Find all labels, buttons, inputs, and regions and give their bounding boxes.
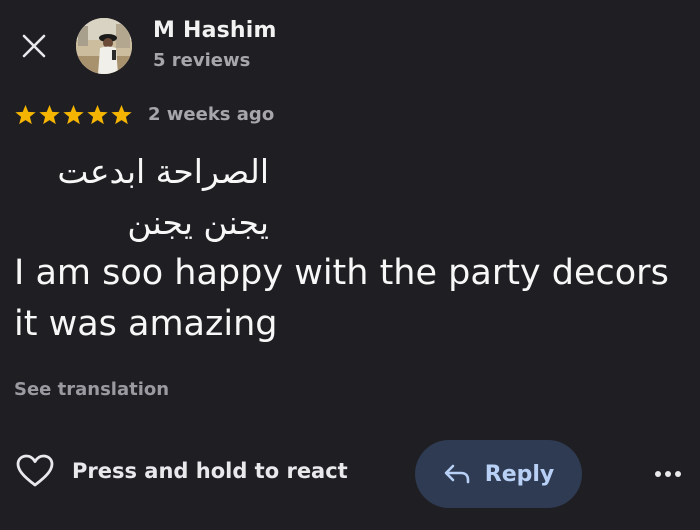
reviewer-name[interactable]: M Hashim xyxy=(153,18,277,43)
star-rating xyxy=(14,104,133,126)
review-detail-screen: M Hashim 5 reviews 2 weeks ago الصراحة ا… xyxy=(0,0,700,530)
review-body: الصراحة ابدعت يجنن يجنن I am soo happy w… xyxy=(14,146,674,350)
review-english-text: I am soo happy with the party decors it … xyxy=(14,253,669,344)
more-options-icon xyxy=(675,471,681,477)
more-options-button[interactable] xyxy=(648,462,688,486)
star-icon xyxy=(110,104,133,126)
review-arabic-line-1: الصراحة ابدعت xyxy=(57,152,269,191)
react-label: Press and hold to react xyxy=(72,459,348,483)
reply-label: Reply xyxy=(484,461,555,487)
more-options-icon xyxy=(665,471,671,477)
reviewer-avatar[interactable] xyxy=(76,18,132,74)
close-button[interactable] xyxy=(16,28,52,64)
reply-arrow-icon xyxy=(444,464,470,484)
close-icon xyxy=(22,34,46,58)
review-arabic-line-2: يجنن يجنن xyxy=(127,203,269,242)
reply-button[interactable]: Reply xyxy=(415,440,582,508)
star-icon xyxy=(86,104,109,126)
more-options-icon xyxy=(655,471,661,477)
star-icon xyxy=(14,104,37,126)
see-translation-link[interactable]: See translation xyxy=(14,379,169,400)
heart-icon xyxy=(16,454,54,487)
review-count: 5 reviews xyxy=(153,50,251,71)
star-icon xyxy=(62,104,85,126)
react-button[interactable]: Press and hold to react xyxy=(16,454,348,488)
review-time: 2 weeks ago xyxy=(148,104,275,125)
star-icon xyxy=(38,104,61,126)
